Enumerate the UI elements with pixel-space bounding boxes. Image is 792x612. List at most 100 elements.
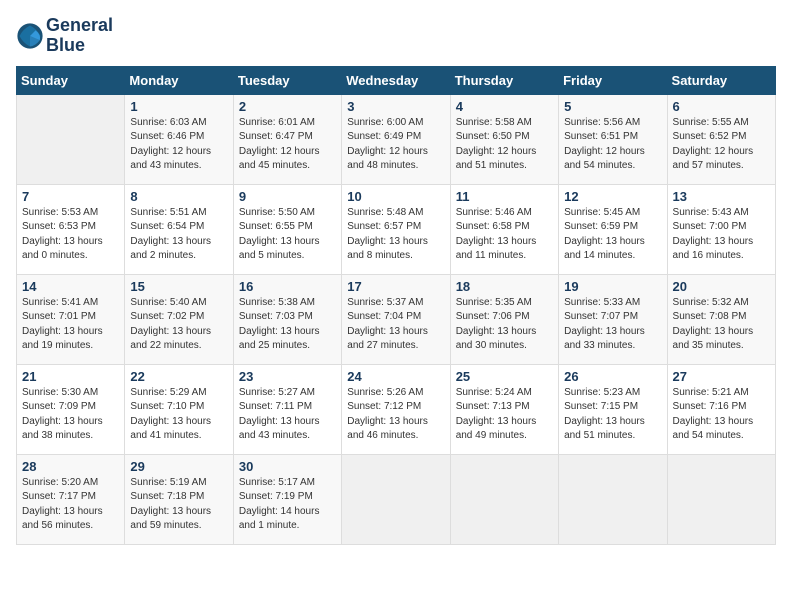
day-number: 9 (239, 189, 336, 204)
day-number: 12 (564, 189, 661, 204)
calendar-cell: 24 Sunrise: 5:26 AMSunset: 7:12 PMDayligh… (342, 364, 450, 454)
day-number: 6 (673, 99, 770, 114)
day-info: Sunrise: 5:38 AMSunset: 7:03 PMDaylight:… (239, 296, 336, 354)
day-info: Sunrise: 5:20 AMSunset: 7:17 PMDaylight:… (22, 476, 119, 534)
calendar-cell: 4 Sunrise: 5:58 AMSunset: 6:50 PMDaylight… (450, 94, 558, 184)
calendar-cell: 9 Sunrise: 5:50 AMSunset: 6:55 PMDaylight… (233, 184, 341, 274)
day-info: Sunrise: 5:46 AMSunset: 6:58 PMDaylight:… (456, 206, 553, 264)
calendar-cell: 8 Sunrise: 5:51 AMSunset: 6:54 PMDaylight… (125, 184, 233, 274)
calendar-cell: 2 Sunrise: 6:01 AMSunset: 6:47 PMDaylight… (233, 94, 341, 184)
calendar-cell: 17 Sunrise: 5:37 AMSunset: 7:04 PMDayligh… (342, 274, 450, 364)
day-number: 24 (347, 369, 444, 384)
calendar-cell: 10 Sunrise: 5:48 AMSunset: 6:57 PMDayligh… (342, 184, 450, 274)
logo-text: General Blue (46, 16, 113, 56)
page-header: General Blue (16, 16, 776, 56)
calendar-cell: 27 Sunrise: 5:21 AMSunset: 7:16 PMDayligh… (667, 364, 775, 454)
weekday-header: Saturday (667, 66, 775, 94)
calendar-cell: 30 Sunrise: 5:17 AMSunset: 7:19 PMDayligh… (233, 454, 341, 544)
day-info: Sunrise: 5:24 AMSunset: 7:13 PMDaylight:… (456, 386, 553, 444)
day-info: Sunrise: 5:45 AMSunset: 6:59 PMDaylight:… (564, 206, 661, 264)
day-number: 10 (347, 189, 444, 204)
day-info: Sunrise: 5:50 AMSunset: 6:55 PMDaylight:… (239, 206, 336, 264)
day-number: 2 (239, 99, 336, 114)
calendar-cell: 1 Sunrise: 6:03 AMSunset: 6:46 PMDaylight… (125, 94, 233, 184)
day-info: Sunrise: 6:03 AMSunset: 6:46 PMDaylight:… (130, 116, 227, 174)
calendar-week-row: 21 Sunrise: 5:30 AMSunset: 7:09 PMDayligh… (17, 364, 776, 454)
logo: General Blue (16, 16, 113, 56)
day-info: Sunrise: 5:41 AMSunset: 7:01 PMDaylight:… (22, 296, 119, 354)
day-info: Sunrise: 5:21 AMSunset: 7:16 PMDaylight:… (673, 386, 770, 444)
day-info: Sunrise: 5:56 AMSunset: 6:51 PMDaylight:… (564, 116, 661, 174)
day-info: Sunrise: 6:00 AMSunset: 6:49 PMDaylight:… (347, 116, 444, 174)
weekday-header-row: SundayMondayTuesdayWednesdayThursdayFrid… (17, 66, 776, 94)
day-number: 19 (564, 279, 661, 294)
day-number: 7 (22, 189, 119, 204)
calendar-week-row: 28Sunrise: 5:20 AMSunset: 7:17 PMDayligh… (17, 454, 776, 544)
calendar-cell: 12 Sunrise: 5:45 AMSunset: 6:59 PMDayligh… (559, 184, 667, 274)
day-number: 29 (130, 459, 227, 474)
calendar-week-row: 1 Sunrise: 6:03 AMSunset: 6:46 PMDaylight… (17, 94, 776, 184)
weekday-header: Wednesday (342, 66, 450, 94)
calendar-table: SundayMondayTuesdayWednesdayThursdayFrid… (16, 66, 776, 545)
day-number: 23 (239, 369, 336, 384)
day-number: 17 (347, 279, 444, 294)
weekday-header: Tuesday (233, 66, 341, 94)
day-number: 1 (130, 99, 227, 114)
logo-icon (16, 22, 44, 50)
day-number: 4 (456, 99, 553, 114)
day-info: Sunrise: 6:01 AMSunset: 6:47 PMDaylight:… (239, 116, 336, 174)
day-number: 14 (22, 279, 119, 294)
day-number: 22 (130, 369, 227, 384)
day-info: Sunrise: 5:51 AMSunset: 6:54 PMDaylight:… (130, 206, 227, 264)
calendar-cell (667, 454, 775, 544)
day-info: Sunrise: 5:19 AMSunset: 7:18 PMDaylight:… (130, 476, 227, 534)
day-info: Sunrise: 5:40 AMSunset: 7:02 PMDaylight:… (130, 296, 227, 354)
weekday-header: Monday (125, 66, 233, 94)
calendar-cell: 18Sunrise: 5:35 AMSunset: 7:06 PMDayligh… (450, 274, 558, 364)
day-info: Sunrise: 5:26 AMSunset: 7:12 PMDaylight:… (347, 386, 444, 444)
day-number: 15 (130, 279, 227, 294)
day-info: Sunrise: 5:23 AMSunset: 7:15 PMDaylight:… (564, 386, 661, 444)
day-info: Sunrise: 5:30 AMSunset: 7:09 PMDaylight:… (22, 386, 119, 444)
calendar-cell: 16Sunrise: 5:38 AMSunset: 7:03 PMDayligh… (233, 274, 341, 364)
day-info: Sunrise: 5:53 AMSunset: 6:53 PMDaylight:… (22, 206, 119, 264)
calendar-cell: 13 Sunrise: 5:43 AMSunset: 7:00 PMDayligh… (667, 184, 775, 274)
day-number: 27 (673, 369, 770, 384)
calendar-cell: 19Sunrise: 5:33 AMSunset: 7:07 PMDayligh… (559, 274, 667, 364)
day-number: 21 (22, 369, 119, 384)
day-info: Sunrise: 5:58 AMSunset: 6:50 PMDaylight:… (456, 116, 553, 174)
calendar-cell: 26 Sunrise: 5:23 AMSunset: 7:15 PMDayligh… (559, 364, 667, 454)
calendar-cell (559, 454, 667, 544)
calendar-cell: 15 Sunrise: 5:40 AMSunset: 7:02 PMDayligh… (125, 274, 233, 364)
day-info: Sunrise: 5:17 AMSunset: 7:19 PMDaylight:… (239, 476, 336, 534)
calendar-cell: 22Sunrise: 5:29 AMSunset: 7:10 PMDayligh… (125, 364, 233, 454)
day-info: Sunrise: 5:48 AMSunset: 6:57 PMDaylight:… (347, 206, 444, 264)
calendar-cell (450, 454, 558, 544)
calendar-cell: 21 Sunrise: 5:30 AMSunset: 7:09 PMDayligh… (17, 364, 125, 454)
day-number: 5 (564, 99, 661, 114)
day-number: 20 (673, 279, 770, 294)
day-info: Sunrise: 5:43 AMSunset: 7:00 PMDaylight:… (673, 206, 770, 264)
calendar-week-row: 14 Sunrise: 5:41 AMSunset: 7:01 PMDayligh… (17, 274, 776, 364)
calendar-cell: 28Sunrise: 5:20 AMSunset: 7:17 PMDayligh… (17, 454, 125, 544)
weekday-header: Friday (559, 66, 667, 94)
calendar-cell: 6 Sunrise: 5:55 AMSunset: 6:52 PMDaylight… (667, 94, 775, 184)
calendar-cell (342, 454, 450, 544)
day-info: Sunrise: 5:55 AMSunset: 6:52 PMDaylight:… (673, 116, 770, 174)
day-number: 18 (456, 279, 553, 294)
calendar-cell (17, 94, 125, 184)
calendar-cell: 3Sunrise: 6:00 AMSunset: 6:49 PMDaylight… (342, 94, 450, 184)
day-info: Sunrise: 5:32 AMSunset: 7:08 PMDaylight:… (673, 296, 770, 354)
day-number: 11 (456, 189, 553, 204)
day-number: 13 (673, 189, 770, 204)
calendar-cell: 11 Sunrise: 5:46 AMSunset: 6:58 PMDayligh… (450, 184, 558, 274)
calendar-week-row: 7 Sunrise: 5:53 AMSunset: 6:53 PMDaylight… (17, 184, 776, 274)
calendar-cell: 7 Sunrise: 5:53 AMSunset: 6:53 PMDaylight… (17, 184, 125, 274)
calendar-cell: 25Sunrise: 5:24 AMSunset: 7:13 PMDayligh… (450, 364, 558, 454)
calendar-cell: 29 Sunrise: 5:19 AMSunset: 7:18 PMDayligh… (125, 454, 233, 544)
day-number: 30 (239, 459, 336, 474)
day-number: 8 (130, 189, 227, 204)
day-number: 26 (564, 369, 661, 384)
day-info: Sunrise: 5:37 AMSunset: 7:04 PMDaylight:… (347, 296, 444, 354)
calendar-cell: 23Sunrise: 5:27 AMSunset: 7:11 PMDayligh… (233, 364, 341, 454)
